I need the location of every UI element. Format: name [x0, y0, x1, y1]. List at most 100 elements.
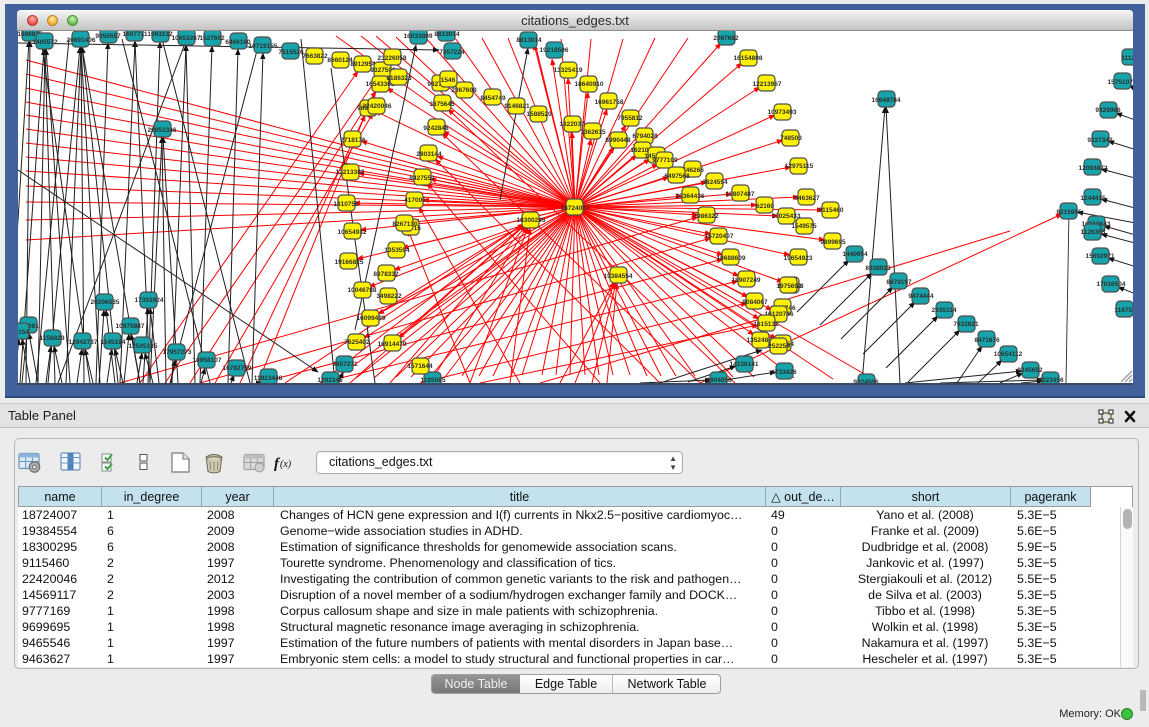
svg-text:9857271: 9857271 — [332, 361, 358, 368]
svg-text:9050557: 9050557 — [95, 33, 121, 40]
svg-text:1244415: 1244415 — [1080, 195, 1106, 202]
svg-text:1063132: 1063132 — [147, 31, 173, 38]
svg-text:16648784: 16648784 — [872, 97, 901, 104]
svg-text:8186328: 8186328 — [386, 75, 412, 82]
svg-text:1607711: 1607711 — [123, 31, 148, 38]
svg-text:9899695: 9899695 — [820, 239, 846, 246]
svg-text:748503: 748503 — [780, 135, 802, 142]
svg-text:3824554: 3824554 — [702, 179, 728, 186]
svg-text:10958107: 10958107 — [193, 357, 222, 364]
svg-text:12942737: 12942737 — [69, 339, 98, 346]
svg-text:7663822: 7663822 — [302, 53, 328, 60]
svg-text:7986322: 7986322 — [693, 213, 719, 220]
svg-text:1588520: 1588520 — [526, 111, 552, 118]
svg-text:6879197: 6879197 — [886, 279, 912, 286]
svg-text:9084067: 9084067 — [742, 299, 768, 306]
svg-text:13325419: 13325419 — [554, 67, 583, 74]
svg-text:10046788: 10046788 — [348, 287, 377, 294]
svg-text:15751074: 15751074 — [1108, 79, 1133, 86]
svg-text:9115460: 9115460 — [819, 207, 844, 214]
svg-text:12975115: 12975115 — [785, 163, 814, 170]
svg-text:9777109: 9777109 — [652, 157, 678, 164]
svg-text:2718176: 2718176 — [340, 137, 366, 144]
svg-text:1733426: 1733426 — [771, 369, 797, 376]
svg-text:8813014: 8813014 — [516, 37, 542, 44]
svg-text:1322037: 1322037 — [559, 121, 585, 128]
svg-text:(x): (x) — [280, 459, 292, 470]
svg-text:1145194: 1145194 — [101, 339, 126, 346]
svg-text:20206535: 20206535 — [91, 299, 120, 306]
svg-text:8471676: 8471676 — [974, 337, 1000, 344]
svg-text:12213382: 12213382 — [336, 169, 365, 176]
svg-text:8267130: 8267130 — [392, 221, 418, 228]
svg-text:16033809: 16033809 — [404, 33, 433, 40]
svg-text:10653267: 10653267 — [172, 35, 201, 42]
svg-text:18907249: 18907249 — [732, 277, 761, 284]
svg-text:16782759: 16782759 — [223, 365, 252, 372]
svg-text:9146821: 9146821 — [504, 103, 530, 110]
svg-text:14136141: 14136141 — [730, 361, 759, 368]
svg-text:1405572: 1405572 — [32, 39, 58, 46]
svg-text:7625402: 7625402 — [344, 339, 370, 346]
svg-text:7955812: 7955812 — [617, 115, 643, 122]
svg-text:18640910: 18640910 — [575, 81, 604, 88]
svg-text:19218506: 19218506 — [540, 47, 569, 54]
svg-text:2087682: 2087682 — [713, 35, 739, 42]
svg-text:10975887: 10975887 — [116, 323, 145, 330]
svg-text:8454749: 8454749 — [480, 95, 506, 102]
svg-text:15720407: 15720407 — [705, 233, 734, 240]
svg-text:12213967: 12213967 — [753, 81, 782, 88]
svg-text:18724007: 18724007 — [561, 205, 590, 212]
svg-text:19166825: 19166825 — [335, 259, 364, 266]
svg-text:9329966: 9329966 — [1095, 107, 1121, 114]
svg-text:10719155: 10719155 — [249, 43, 278, 50]
svg-text:9227342: 9227342 — [1087, 137, 1113, 144]
svg-text:1546: 1546 — [441, 77, 456, 84]
svg-text:8660124: 8660124 — [327, 57, 353, 64]
svg-text:1571644: 1571644 — [407, 363, 433, 370]
svg-text:16914479: 16914479 — [378, 341, 407, 348]
svg-text:19384554: 19384554 — [604, 273, 633, 280]
svg-text:10807487: 10807487 — [726, 191, 755, 198]
svg-text:1549575: 1549575 — [791, 223, 817, 230]
svg-text:20364436: 20364436 — [676, 193, 705, 200]
svg-text:3675645: 3675645 — [429, 101, 455, 108]
svg-text:11123: 11123 — [1121, 55, 1133, 62]
svg-text:10025433: 10025433 — [772, 213, 801, 220]
svg-text:9474444: 9474444 — [908, 293, 934, 300]
svg-text:16961758: 16961758 — [595, 99, 624, 106]
svg-text:16154808: 16154808 — [734, 55, 763, 62]
svg-text:16099489: 16099489 — [357, 315, 386, 322]
svg-text:17016504: 17016504 — [1097, 281, 1126, 288]
svg-text:9245652: 9245652 — [1017, 367, 1043, 374]
svg-text:12505135: 12505135 — [129, 343, 158, 350]
svg-text:1126353: 1126353 — [1081, 229, 1106, 236]
svg-text:19654923: 19654923 — [784, 255, 813, 262]
svg-text:23226058: 23226058 — [378, 55, 407, 62]
svg-text:1156829: 1156829 — [40, 335, 65, 342]
svg-text:39154: 39154 — [18, 329, 29, 336]
svg-text:8878332: 8878332 — [373, 271, 399, 278]
svg-text:10654112: 10654112 — [994, 351, 1023, 358]
svg-text:11923448: 11923448 — [254, 375, 283, 382]
svg-text:9242848: 9242848 — [423, 125, 449, 132]
svg-text:8938923: 8938923 — [865, 265, 891, 272]
svg-text:1353594: 1353594 — [384, 247, 410, 254]
svg-text:1527602: 1527602 — [199, 35, 225, 42]
svg-text:10688609: 10688609 — [717, 255, 746, 262]
svg-text:6794028: 6794028 — [632, 133, 658, 140]
svg-text:1615132: 1615132 — [753, 321, 779, 328]
svg-text:3498222: 3498222 — [376, 293, 402, 300]
svg-text:116753: 116753 — [1114, 307, 1133, 314]
svg-text:8427552: 8427552 — [409, 175, 435, 182]
svg-text:7357224: 7357224 — [439, 49, 465, 56]
svg-text:9463627: 9463627 — [794, 195, 820, 202]
svg-text:22420046: 22420046 — [363, 103, 392, 110]
svg-text:7632621: 7632621 — [953, 321, 979, 328]
svg-text:6466160: 6466160 — [225, 39, 251, 46]
svg-text:8215955: 8215955 — [1056, 209, 1082, 216]
svg-text:10973493: 10973493 — [768, 109, 797, 116]
svg-text:1362615: 1362615 — [580, 129, 606, 136]
svg-text:8813014: 8813014 — [434, 31, 460, 38]
svg-text:417006: 417006 — [404, 197, 426, 204]
